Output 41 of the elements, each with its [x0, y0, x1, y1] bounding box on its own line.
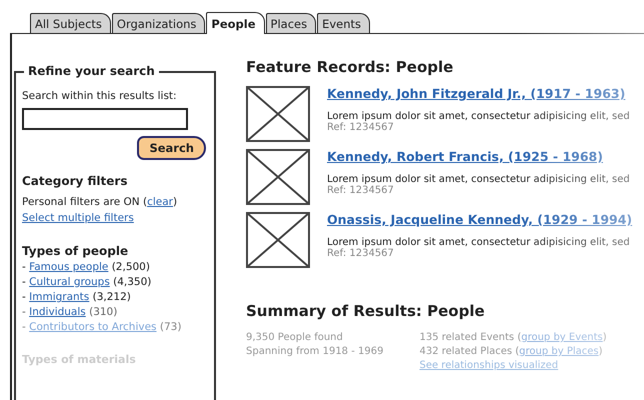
- record-link[interactable]: Onassis, Jacqueline Kennedy, (1929 - 1994): [327, 212, 632, 227]
- tab[interactable]: Organizations: [112, 13, 206, 33]
- search-field[interactable]: [22, 108, 188, 130]
- filter-link[interactable]: Cultural groups: [29, 276, 110, 288]
- section-heading: Feature Records: People: [246, 58, 454, 76]
- filter-item: - Individuals (310): [22, 306, 118, 318]
- filter-link[interactable]: Famous people: [29, 261, 108, 273]
- filter-item: - Famous people (2,500): [22, 261, 151, 273]
- related-count: 432 related Places (group by Places): [419, 346, 604, 357]
- filter-link[interactable]: Immigrants: [29, 291, 90, 303]
- record-description: Lorem ipsum dolor sit amet, consectetur adipisicing elit, sed: [327, 111, 630, 122]
- search-label: Search within this results list:: [22, 90, 178, 102]
- tab[interactable]: Places: [266, 13, 316, 33]
- record-link[interactable]: Kennedy, John Fitzgerald Jr., (1917 - 1963): [327, 86, 630, 101]
- filter-item: - Cultural groups (4,350): [22, 276, 152, 288]
- image-placeholder-icon: [246, 86, 310, 142]
- panel-title: Refine your search: [24, 64, 159, 78]
- section-title: Types of people: [22, 244, 130, 258]
- record-ref: Ref: 1234567: [327, 122, 395, 133]
- search-button[interactable]: Search: [137, 136, 206, 160]
- section-heading: Summary of Results: People: [246, 302, 486, 320]
- record-link[interactable]: Kennedy, Robert Francis, (1925 - 1968): [327, 149, 630, 164]
- select-filters-link[interactable]: Select multiple filters: [22, 212, 208, 224]
- filter-item: - Contributors to Archives (73): [22, 321, 182, 333]
- summary-fact: Spanning from 1918 - 1969: [246, 346, 384, 357]
- record-description: Lorem ipsum dolor sit amet, consectetur adipisicing elit, sed: [327, 237, 631, 248]
- related-count: 135 related Events (group by Events): [419, 332, 607, 343]
- tab[interactable]: Events: [317, 13, 370, 33]
- record-description: Lorem ipsum dolor sit amet, consectetur adipisicing elit, sed: [327, 174, 630, 185]
- record-ref: Ref: 1234567: [327, 185, 395, 196]
- section-title: Category filters: [22, 174, 128, 188]
- clear-link[interactable]: clear: [147, 196, 173, 208]
- filter-status-text: Personal filters are ON (clear): [22, 196, 178, 208]
- tab[interactable]: People: [206, 12, 265, 34]
- image-placeholder-icon: [246, 212, 310, 268]
- summary-fact: 9,350 People found: [246, 332, 344, 343]
- filter-link[interactable]: Individuals: [29, 306, 86, 318]
- image-placeholder-icon: [246, 149, 310, 205]
- record-ref: Ref: 1234567: [327, 248, 395, 259]
- tab[interactable]: All Subjects: [30, 13, 111, 33]
- filter-item: - Immigrants (3,212): [22, 291, 132, 303]
